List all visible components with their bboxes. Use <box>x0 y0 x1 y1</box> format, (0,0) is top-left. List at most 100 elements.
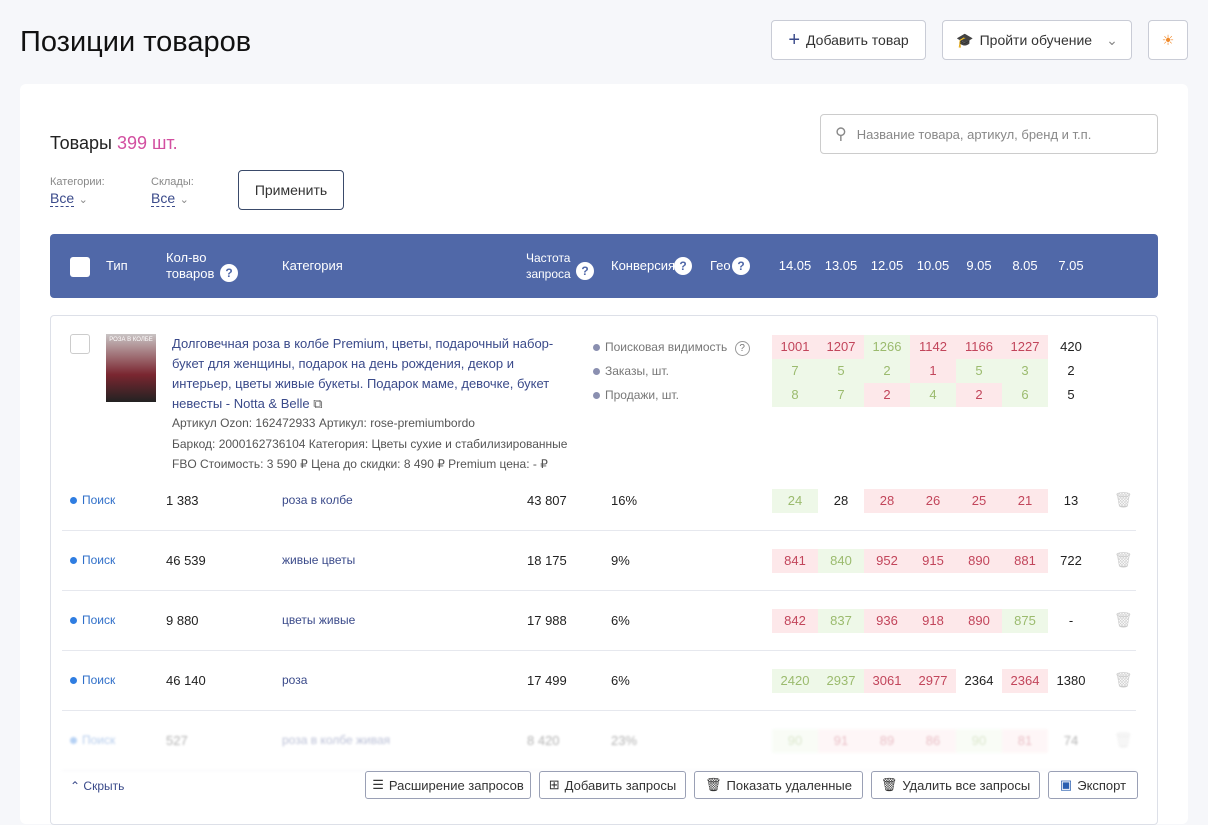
metric-value: 2 <box>956 383 1002 407</box>
frequency-value: 8 420 <box>527 733 560 748</box>
categories-select[interactable]: Все ⌄ <box>50 190 88 208</box>
position-value: 915 <box>910 549 956 573</box>
position-value: 90 <box>772 729 818 753</box>
metric-value: 7 <box>818 383 864 407</box>
query-link[interactable]: роза в колбе <box>282 493 353 507</box>
date-column: 10.05 <box>916 258 950 273</box>
graduation-cap-icon: 🎓 <box>956 31 974 48</box>
table-row: Поиск 9 880 цветы живые 17 988 6% 842 837… <box>62 591 1136 651</box>
position-value: 2977 <box>910 669 956 693</box>
col-qty: Кол-во товаров <box>166 250 215 281</box>
table-row: Поиск 46 539 живые цветы 18 175 9% 841 84… <box>62 531 1136 591</box>
metric-value: 3 <box>1002 359 1048 383</box>
metric-label: Заказы, шт. <box>593 364 669 378</box>
product-title-link[interactable]: Долговечная роза в колбе Premium, цветы,… <box>172 334 557 414</box>
help-icon: ? <box>674 257 692 275</box>
metric-value: 7 <box>772 359 818 383</box>
page-title: Позиции товаров <box>20 26 252 58</box>
search-input[interactable]: ⚲ Название товара, артикул, бренд и т.п. <box>820 114 1158 154</box>
position-value: 2937 <box>818 669 864 693</box>
conversion-value: 16% <box>611 493 638 508</box>
query-link[interactable]: живые цветы <box>282 553 355 567</box>
query-link[interactable]: цветы живые <box>282 613 355 627</box>
position-value: 21 <box>1002 489 1048 513</box>
frequency-value: 17 988 <box>527 613 567 628</box>
show-deleted-button[interactable]: 🗑 Показать удаленные <box>694 771 863 799</box>
excel-icon: ▣ <box>1059 777 1073 792</box>
theme-toggle-button[interactable]: ☀ <box>1148 20 1188 60</box>
type-label: Поиск <box>70 553 115 567</box>
warehouses-select[interactable]: Все ⌄ <box>151 190 189 208</box>
position-value: 842 <box>772 609 818 633</box>
qty-value: 46 539 <box>166 553 206 568</box>
add-product-button[interactable]: + Добавить товар <box>771 20 926 60</box>
categories-label: Категории: <box>50 176 105 188</box>
col-category: Категория <box>282 258 343 273</box>
position-value: 890 <box>956 549 1002 573</box>
col-frequency: Частота запроса <box>526 251 571 281</box>
metric-value: 5 <box>956 359 1002 383</box>
metric-value: 4 <box>910 383 956 407</box>
help-icon: ? <box>576 262 594 280</box>
position-value: - <box>1068 613 1074 628</box>
add-queries-button[interactable]: ⊞ Добавить запросы <box>539 771 686 799</box>
date-column: 14.05 <box>778 258 812 273</box>
date-column: 7.05 <box>1058 258 1084 273</box>
product-articles: Артикул Ozon: 162472933 Артикул: rose-pr… <box>172 416 475 430</box>
conversion-value: 6% <box>611 613 630 628</box>
trash-icon[interactable]: 🗑 <box>1114 731 1133 749</box>
position-value: 841 <box>772 549 818 573</box>
position-value: 28 <box>833 493 849 508</box>
product-image[interactable]: РОЗА В КОЛБЕ <box>106 334 156 402</box>
position-value: 3061 <box>864 669 910 693</box>
trash-icon[interactable]: 🗑 <box>1114 491 1133 509</box>
position-value: 2364 <box>964 673 994 688</box>
col-type: Тип <box>106 258 128 273</box>
products-heading: Товары 399 шт. <box>50 133 178 153</box>
table-row: Поиск 527 роза в колбе живая 8 420 23% 9… <box>62 711 1136 771</box>
type-label: Поиск <box>70 733 115 747</box>
position-value: 24 <box>772 489 818 513</box>
query-link[interactable]: роза <box>282 673 307 687</box>
search-icon: ⚲ <box>835 126 847 143</box>
plus-icon: + <box>788 28 801 51</box>
export-button[interactable]: ▣ Экспорт <box>1048 771 1138 799</box>
type-label: Поиск <box>70 493 115 507</box>
trash-restore-icon: 🗑 <box>704 777 722 792</box>
product-checkbox[interactable] <box>70 334 90 354</box>
product-prices: FBO Стоимость: 3 590 ₽ Цена до скидки: 8… <box>172 457 548 471</box>
training-button[interactable]: 🎓 Пройти обучение ⌄ <box>942 20 1132 60</box>
conversion-value: 23% <box>611 733 638 748</box>
metric-value: 5 <box>818 359 864 383</box>
metric-value: 6 <box>1002 383 1048 407</box>
apply-button[interactable]: Применить <box>238 170 344 210</box>
metric-value: 8 <box>772 383 818 407</box>
delete-all-button[interactable]: 🗑 Удалить все запросы <box>871 771 1040 799</box>
position-value: 890 <box>956 609 1002 633</box>
metric-value: 1001 <box>772 335 818 359</box>
metric-value: 1142 <box>910 335 956 359</box>
help-icon: ? <box>732 257 750 275</box>
expand-queries-button[interactable]: ☰ Расширение запросов <box>365 771 531 799</box>
trash-icon[interactable]: 🗑 <box>1114 551 1133 569</box>
help-icon: ? <box>220 264 238 282</box>
search-list-icon: ☰ <box>372 777 384 792</box>
trash-icon[interactable]: 🗑 <box>1114 671 1133 689</box>
hide-button[interactable]: ⌃ Скрыть <box>70 779 124 793</box>
position-value: 722 <box>1060 553 1082 568</box>
table-row: Поиск 1 383 роза в колбе 43 807 16% 24 28… <box>62 471 1136 531</box>
select-all-checkbox[interactable] <box>70 257 90 277</box>
external-link-icon: ⧉ <box>313 396 323 411</box>
product-barcode: Баркод: 2000162736104 Категория: Цветы с… <box>172 437 568 451</box>
metric-value: 1 <box>910 359 956 383</box>
position-value: 2364 <box>1002 669 1048 693</box>
query-link[interactable]: роза в колбе живая <box>282 733 390 747</box>
position-value: 81 <box>1002 729 1048 753</box>
metric-label: Поисковая видимость ? <box>593 340 750 356</box>
position-value: 837 <box>818 609 864 633</box>
frequency-value: 17 499 <box>527 673 567 688</box>
qty-value: 46 140 <box>166 673 206 688</box>
table-row: Поиск 46 140 роза 17 499 6% 2420 2937 3061… <box>62 651 1136 711</box>
trash-icon[interactable]: 🗑 <box>1114 611 1133 629</box>
position-value: 89 <box>864 729 910 753</box>
